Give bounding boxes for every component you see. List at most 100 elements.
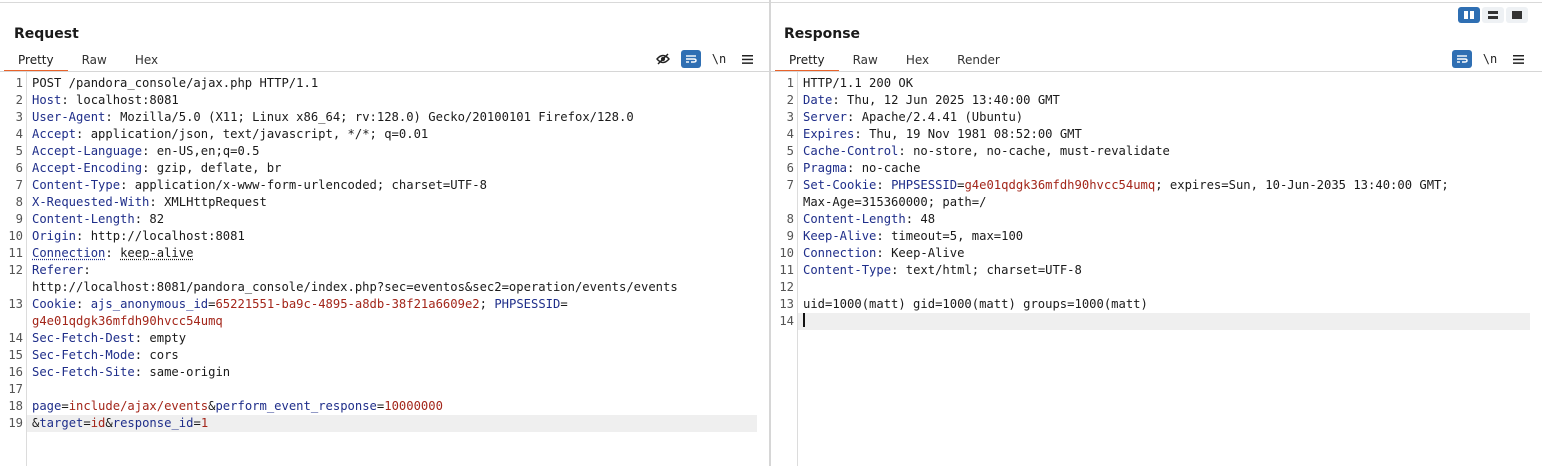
tabbed-view-icon[interactable] [1506, 7, 1528, 23]
header-name: Sec-Fetch-Site [32, 365, 135, 379]
line-content: Sec-Fetch-Site: same-origin [32, 365, 231, 379]
eye-off-icon[interactable] [653, 50, 673, 68]
wrap-icon[interactable] [1452, 50, 1472, 68]
request-tab-raw[interactable]: Raw [68, 51, 121, 71]
header-name: Host [32, 93, 62, 107]
response-tab-pretty[interactable]: Pretty [775, 51, 839, 72]
header-value: text/html; charset=UTF-8 [905, 263, 1082, 277]
cookie-attributes: ; expires=Sun, 10-Jun-2035 13:40:00 GMT; [1155, 178, 1449, 192]
line-number: 8 [786, 212, 794, 226]
request-tab-hex[interactable]: Hex [121, 51, 172, 71]
request-title: Request [14, 26, 79, 42]
line-content: Pragma: no-cache [803, 161, 921, 175]
line-number: 12 [779, 280, 794, 294]
line-text: uid=1000(matt) gid=1000(matt) groups=100… [803, 297, 1148, 311]
line-content: Origin: http://localhost:8081 [32, 229, 245, 243]
header-name: Server [803, 110, 848, 124]
line-content: Sec-Fetch-Dest: empty [32, 331, 187, 345]
header-name: Cookie [32, 297, 77, 311]
header-name: Content-Length [32, 212, 135, 226]
line-content: Expires: Thu, 19 Nov 1981 08:52:00 GMT [803, 127, 1082, 141]
line-number: 7 [786, 178, 794, 192]
request-toolbar: \n [653, 50, 757, 68]
line-content: POST /pandora_console/ajax.php HTTP/1.1 [27, 75, 757, 92]
menu-icon[interactable] [1508, 50, 1528, 68]
code-line: 10 Connection: Keep-Alive [771, 245, 1530, 262]
line-content: Date: Thu, 12 Jun 2025 13:40:00 GMT [803, 93, 1060, 107]
code-line: 7 Set-Cookie: PHPSESSID=g4e01qdgk36mfdh90… [771, 177, 1530, 194]
request-editor[interactable]: 1 POST /pandora_console/ajax.php HTTP/1.1… [0, 72, 769, 466]
header-value: keep-alive [120, 246, 194, 260]
code-line: 11 Connection: keep-alive [0, 245, 757, 262]
line-text: HTTP/1.1 200 OK [803, 76, 914, 90]
header-value: 48 [920, 212, 936, 226]
code-line: 16 Sec-Fetch-Site: same-origin [0, 364, 757, 381]
header-name: Expires [803, 127, 855, 141]
header-value: http://localhost:8081 [90, 229, 245, 243]
wrap-icon[interactable] [681, 50, 701, 68]
header-name: Sec-Fetch-Dest [32, 331, 135, 345]
code-line: 4 Accept: application/json, text/javascri… [0, 126, 757, 143]
header-name: Referer [32, 263, 84, 277]
line-content: Content-Length: 82 [32, 212, 165, 226]
header-name: User-Agent [32, 110, 106, 124]
line-number: 7 [15, 178, 23, 192]
line-content: g4e01qdgk36mfdh90hvcc54umq [27, 313, 757, 330]
newline-toggle[interactable]: \n [709, 50, 729, 68]
line-text: http://localhost:8081/pandora_console/in… [32, 280, 678, 294]
code-line: 13 Cookie: ajs_anonymous_id=65221551-ba9c… [0, 296, 757, 313]
response-tab-hex[interactable]: Hex [892, 51, 943, 71]
line-number: 12 [8, 263, 23, 277]
header-name: Accept [32, 127, 77, 141]
code-line: 13g4e01qdgk36mfdh90hvcc54umq [0, 313, 757, 330]
header-value: localhost:8081 [76, 93, 179, 107]
request-tab-pretty[interactable]: Pretty [4, 51, 68, 72]
line-text: Max-Age=315360000; path=/ [803, 195, 987, 209]
line-content: Keep-Alive: timeout=5, max=100 [803, 229, 1024, 243]
header-value: no-cache [861, 161, 921, 175]
header-value: XMLHttpRequest [164, 195, 267, 209]
code-line: 15 Sec-Fetch-Mode: cors [0, 347, 757, 364]
line-content: Cache-Control: no-store, no-cache, must-… [803, 144, 1170, 158]
code-line: 8 Content-Length: 48 [771, 211, 1530, 228]
header-value: gzip, deflate, br [156, 161, 282, 175]
split-vertical-icon[interactable] [1482, 7, 1504, 23]
line-content [798, 313, 1530, 330]
line-text: POST /pandora_console/ajax.php HTTP/1.1 [32, 76, 319, 90]
response-tab-render[interactable]: Render [943, 51, 1014, 71]
code-line: 8 X-Requested-With: XMLHttpRequest [0, 194, 757, 211]
code-line: 2 Host: localhost:8081 [0, 92, 757, 109]
code-line: 10 Origin: http://localhost:8081 [0, 228, 757, 245]
header-value: Mozilla/5.0 (X11; Linux x86_64; rv:128.0… [120, 110, 634, 124]
code-line: 1 HTTP/1.1 200 OK [771, 75, 1530, 92]
line-content: Accept-Language: en-US,en;q=0.5 [32, 144, 260, 158]
line-number: 1 [15, 76, 23, 90]
header-name: Content-Type [32, 178, 121, 192]
header-value: Keep-Alive [891, 246, 965, 260]
line-number: 3 [786, 110, 794, 124]
split-horizontal-icon[interactable] [1458, 7, 1480, 23]
line-number: 11 [8, 246, 23, 260]
request-tabs: Pretty Raw Hex [4, 51, 172, 72]
newline-toggle[interactable]: \n [1480, 50, 1500, 68]
line-number: 10 [8, 229, 23, 243]
line-number: 19 [8, 416, 23, 430]
line-number: 5 [786, 144, 794, 158]
line-number: 13 [779, 297, 794, 311]
cookie-value: 65221551-ba9c-4895-a8db-38f21a6609e2 [215, 297, 480, 311]
line-number: 10 [779, 246, 794, 260]
code-line: 6 Pragma: no-cache [771, 160, 1530, 177]
header-name: Accept-Encoding [32, 161, 143, 175]
code-line: 14 [771, 313, 1530, 330]
header-name: Connection [32, 246, 106, 260]
header-value: Thu, 19 Nov 1981 08:52:00 GMT [869, 127, 1082, 141]
line-content: User-Agent: Mozilla/5.0 (X11; Linux x86_… [32, 110, 634, 124]
line-number: 9 [786, 229, 794, 243]
header-name: Pragma [803, 161, 848, 175]
menu-icon[interactable] [737, 50, 757, 68]
line-content: Set-Cookie: PHPSESSID=g4e01qdgk36mfdh90h… [803, 178, 1449, 192]
response-editor[interactable]: 1 HTTP/1.1 200 OK 2 Date: Thu, 12 Jun 2025 … [771, 72, 1542, 466]
response-tab-raw[interactable]: Raw [839, 51, 892, 71]
code-line: 7Max-Age=315360000; path=/ [771, 194, 1530, 211]
cookie-separator: ; [479, 297, 495, 311]
